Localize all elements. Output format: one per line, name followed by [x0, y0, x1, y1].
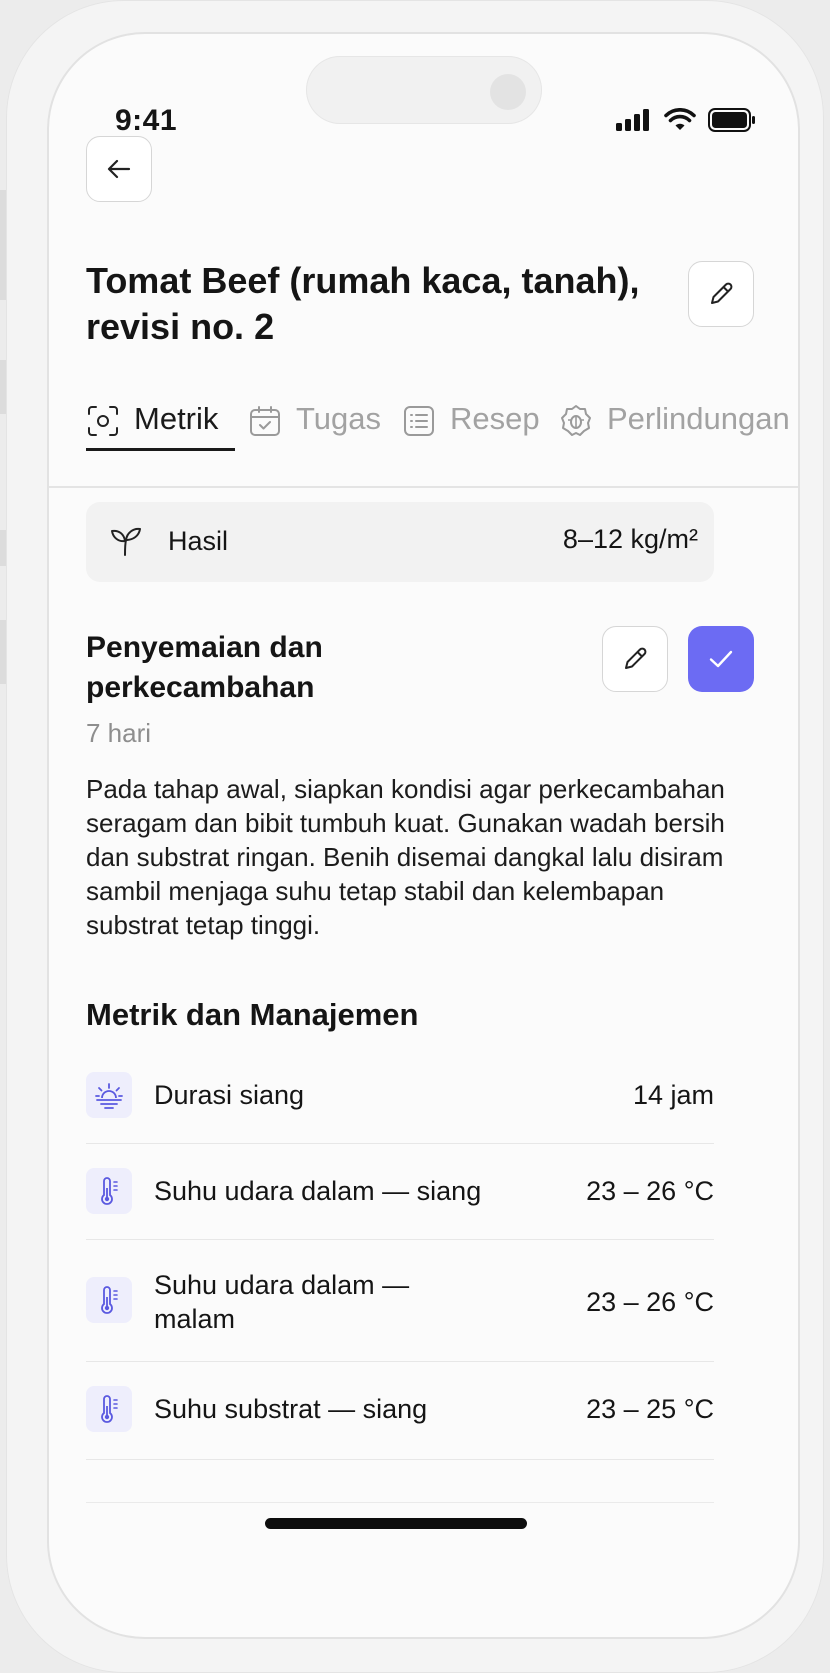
complete-stage-button[interactable] [688, 626, 754, 692]
signal-icon [616, 109, 649, 131]
metric-icon-box [86, 1386, 132, 1432]
harvest-value: 8–12 kg/m² [562, 524, 698, 554]
edit-title-button[interactable] [688, 261, 754, 327]
bug-shield-icon [561, 405, 591, 436]
harvest-label: Hasil [168, 526, 229, 556]
pencil-icon [625, 647, 647, 669]
tab-resep[interactable]: Resep [402, 389, 540, 486]
home-indicator[interactable] [265, 1518, 527, 1529]
status-icons [616, 108, 756, 132]
stage-title: Penyemaian dan perkecambahan [86, 631, 323, 704]
pencil-icon [711, 282, 733, 304]
phone-screen: 9:41 Tomat Beef (rumah kaca, tanah), rev… [49, 34, 798, 1637]
wifi-icon [664, 108, 696, 130]
phone-frame: 9:41 Tomat Beef (rumah kaca, tanah), rev… [6, 0, 824, 1673]
dynamic-island [306, 56, 542, 124]
tab-label: Perlindungan [607, 401, 790, 436]
metric-value: 14 jam [632, 1080, 714, 1110]
metric-row: Suhu udara dalam — siang 23 – 26 °C [86, 1168, 714, 1240]
list-icon [404, 406, 434, 436]
metric-value: 23 – 25 °C [586, 1394, 714, 1424]
tab-label: Metrik [134, 401, 219, 436]
sunrise-icon [95, 1083, 123, 1109]
thermometer-icon [101, 1286, 118, 1314]
section-title: Metrik dan Manajemen [86, 997, 419, 1032]
metric-icon-box [86, 1072, 132, 1118]
metric-value: 23 – 26 °C [586, 1176, 714, 1206]
stage-description: Pada tahap awal, siapkan kondisi agar pe… [86, 774, 725, 940]
active-tab-indicator [86, 448, 235, 451]
metric-row: Suhu udara dalam — malam 23 – 26 °C [86, 1264, 714, 1362]
check-icon [709, 650, 733, 668]
harvest-card: Hasil 8–12 kg/m² [86, 502, 714, 582]
tab-metrik[interactable]: Metrik [86, 389, 218, 486]
metric-label: Suhu substrat — siang [154, 1394, 428, 1424]
metric-row: Suhu substrat — siang 23 – 25 °C [86, 1386, 714, 1460]
sprout-icon [111, 527, 141, 556]
metric-label: Suhu udara dalam — malam [154, 1270, 410, 1334]
tab-perlindungan[interactable]: Perlindungan [559, 389, 798, 486]
tab-bar: Metrik Tugas Resep Perlindungan [49, 389, 798, 488]
arrow-left-icon [107, 159, 131, 179]
metrics-icon [88, 406, 118, 436]
thermometer-icon [101, 1177, 118, 1205]
status-time: 9:41 [115, 104, 178, 137]
metric-label: Suhu udara dalam — siang [154, 1176, 482, 1206]
battery-icon [708, 108, 755, 132]
tab-label: Resep [450, 401, 540, 436]
metric-value: 23 – 26 °C [586, 1287, 714, 1317]
tab-label: Tugas [296, 401, 382, 436]
divider [86, 1502, 714, 1503]
metric-row: Durasi siang 14 jam [86, 1072, 714, 1144]
metric-label: Durasi siang [154, 1080, 305, 1110]
calendar-icon [250, 406, 280, 436]
tab-tugas[interactable]: Tugas [248, 389, 381, 486]
page-title: Tomat Beef (rumah kaca, tanah), revisi n… [86, 260, 640, 347]
metric-icon-box [86, 1168, 132, 1214]
back-button[interactable] [86, 136, 152, 202]
metric-icon-box [86, 1277, 132, 1323]
stage-duration: 7 hari [86, 718, 152, 748]
edit-stage-button[interactable] [602, 626, 668, 692]
camera-icon [490, 74, 526, 110]
thermometer-icon [101, 1395, 118, 1423]
